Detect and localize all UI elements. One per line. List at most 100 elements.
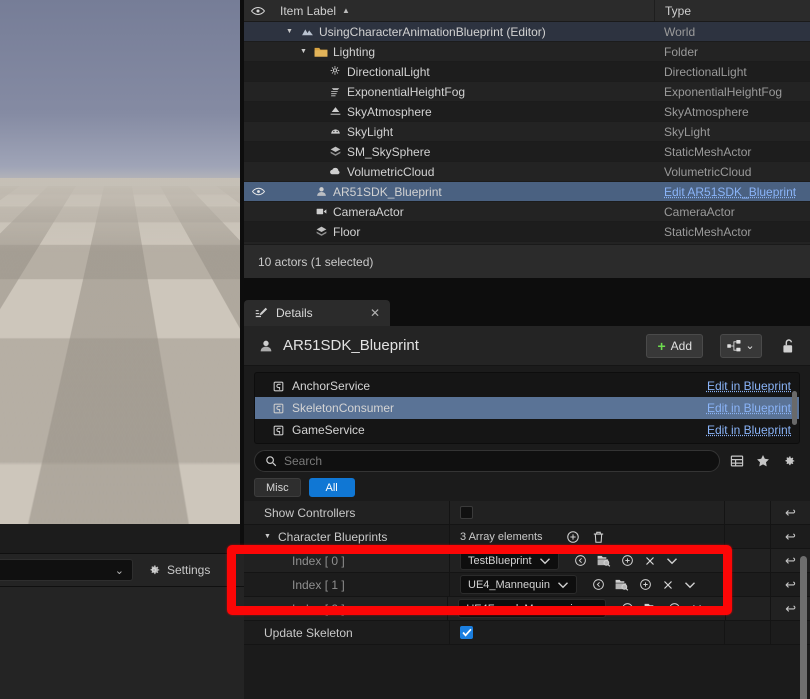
reset-to-default-button[interactable]: ↩ [770, 501, 810, 524]
level-viewport[interactable] [0, 0, 240, 524]
chevron-down-icon [539, 557, 551, 565]
world-icon [300, 25, 314, 39]
clear-icon[interactable] [644, 555, 656, 567]
component-row[interactable]: GameService Edit in Blueprint [255, 419, 799, 441]
component-list-scrollbar[interactable] [792, 391, 797, 425]
column-header-type[interactable]: Type [654, 0, 810, 21]
expander-triangle-icon[interactable]: ▼ [286, 28, 295, 35]
browse-icon[interactable] [597, 554, 611, 567]
edit-in-blueprint-link[interactable]: Edit in Blueprint [707, 401, 791, 415]
use-selected-icon[interactable] [621, 602, 634, 615]
outliner-row[interactable]: SkyAtmosphere SkyAtmosphere [244, 102, 810, 122]
expander-triangle-icon[interactable]: ▼ [264, 533, 273, 540]
edit-blueprint-link[interactable]: Edit AR51SDK_Blueprint [654, 185, 810, 199]
clear-icon[interactable] [662, 579, 674, 591]
outliner-row-label-cell: ExponentialHeightFog [272, 85, 654, 99]
property-checkbox[interactable] [460, 626, 473, 639]
new-asset-icon[interactable] [621, 554, 634, 567]
chevron-down-icon [557, 581, 569, 589]
clear-icon[interactable] [691, 603, 703, 615]
details-tab-bar: Details ✕ [244, 278, 810, 326]
star-icon[interactable] [756, 454, 770, 468]
actor-icon [314, 185, 328, 199]
new-asset-icon[interactable] [668, 602, 681, 615]
outliner-row-type: Folder [654, 45, 810, 59]
property-value-cell [450, 621, 724, 644]
reset-to-default-button[interactable]: ↩ [770, 525, 810, 548]
property-value-cell: TestBlueprint [450, 549, 724, 572]
gear-icon[interactable] [782, 454, 796, 468]
outliner-row-label-cell: DirectionalLight [272, 65, 654, 79]
add-button[interactable]: + Add [646, 334, 703, 358]
filter-chip-all[interactable]: All [309, 478, 355, 497]
chevron-down-icon[interactable] [666, 557, 678, 565]
left-bottom-panel [0, 587, 244, 699]
plus-circle-icon[interactable] [566, 530, 580, 544]
asset-picker-combo[interactable]: UE4_Mannequin [460, 575, 577, 594]
asset-picker-combo[interactable]: UE4FemaleMannequin [458, 599, 606, 618]
property-checkbox[interactable] [460, 506, 473, 519]
grid-icon[interactable] [730, 454, 744, 468]
browse-icon[interactable] [615, 578, 629, 591]
close-icon[interactable]: ✕ [370, 306, 380, 320]
outliner-row-name: ExponentialHeightFog [347, 85, 465, 99]
outliner-row[interactable]: AR51SDK_Blueprint Edit AR51SDK_Blueprint [244, 182, 810, 202]
outliner-row-label-cell: CameraActor [272, 205, 654, 219]
details-scrollbar[interactable] [800, 556, 807, 699]
outliner-row[interactable]: ▼ Lighting Folder [244, 42, 810, 62]
settings-button[interactable]: Settings [147, 563, 210, 577]
outliner-row[interactable]: CameraActor CameraActor [244, 202, 810, 222]
outliner-tree: ▼ UsingCharacterAnimationBlueprint (Edito… [244, 22, 810, 262]
property-name-cell: Index [ 2 ] [244, 597, 448, 620]
chevron-down-icon[interactable] [713, 605, 725, 613]
new-asset-icon[interactable] [639, 578, 652, 591]
column-header-item-label[interactable]: Item Label ▲ [272, 4, 654, 18]
filter-chip-misc[interactable]: Misc [254, 478, 301, 497]
outliner-row[interactable]: ExponentialHeightFog ExponentialHeightFog [244, 82, 810, 102]
asset-picker-combo[interactable]: TestBlueprint [460, 551, 559, 570]
outliner-row[interactable]: VolumetricCloud VolumetricCloud [244, 162, 810, 182]
outliner-row-name: UsingCharacterAnimationBlueprint (Editor… [319, 25, 546, 39]
actor-count-label: 10 actors (1 selected) [258, 255, 373, 269]
property-row: Index [ 2 ] UE4FemaleMannequin ↩ [244, 597, 810, 621]
outliner-row-label-cell: SM_SkySphere [272, 145, 654, 159]
property-value-cell: UE4_Mannequin [450, 573, 724, 596]
edit-in-blueprint-link[interactable]: Edit in Blueprint [707, 379, 791, 393]
layout-options-button[interactable]: ⌄ [720, 334, 762, 358]
property-spacer [724, 501, 770, 524]
outliner-row[interactable]: SkyLight SkyLight [244, 122, 810, 142]
outliner-row[interactable]: ▼ UsingCharacterAnimationBlueprint (Edito… [244, 22, 810, 42]
property-name-cell: Index [ 0 ] [244, 549, 450, 572]
component-row[interactable]: SkeletonConsumer Edit in Blueprint [255, 397, 799, 419]
page-title: AR51SDK_Blueprint [283, 337, 637, 354]
component-row[interactable]: AnchorService Edit in Blueprint [255, 375, 799, 397]
gear-icon [147, 563, 161, 577]
array-element-count: 3 Array elements [460, 531, 543, 543]
browse-icon[interactable] [644, 602, 658, 615]
left-dropdown[interactable]: ⌄ [0, 559, 133, 581]
tab-details[interactable]: Details ✕ [244, 300, 390, 326]
property-row: Show Controllers ↩ [244, 501, 810, 525]
unlock-icon[interactable] [781, 338, 796, 354]
component-name: AnchorService [292, 379, 370, 393]
eye-icon[interactable] [244, 6, 272, 16]
asset-picker-value: TestBlueprint [468, 555, 532, 567]
edit-in-blueprint-link[interactable]: Edit in Blueprint [707, 423, 791, 437]
chevron-down-icon [586, 605, 598, 613]
expander-triangle-icon[interactable]: ▼ [300, 48, 309, 55]
search-input[interactable]: Search [254, 450, 720, 472]
asset-picker-value: UE4FemaleMannequin [466, 603, 579, 615]
outliner-row[interactable]: Floor StaticMeshActor [244, 222, 810, 242]
outliner-row[interactable]: SM_SkySphere StaticMeshActor [244, 142, 810, 162]
trash-icon[interactable] [592, 530, 605, 544]
outliner-row-name: CameraActor [333, 205, 404, 219]
chevron-down-icon[interactable] [684, 581, 696, 589]
row-visibility-eye-icon[interactable] [244, 187, 272, 196]
use-selected-icon[interactable] [574, 554, 587, 567]
outliner-row-type: SkyAtmosphere [654, 105, 810, 119]
outliner-row-label-cell: SkyLight [272, 125, 654, 139]
use-selected-icon[interactable] [592, 578, 605, 591]
property-name: Index [ 2 ] [292, 602, 345, 616]
outliner-row[interactable]: DirectionalLight DirectionalLight [244, 62, 810, 82]
outliner-row-label-cell: VolumetricCloud [272, 165, 654, 179]
